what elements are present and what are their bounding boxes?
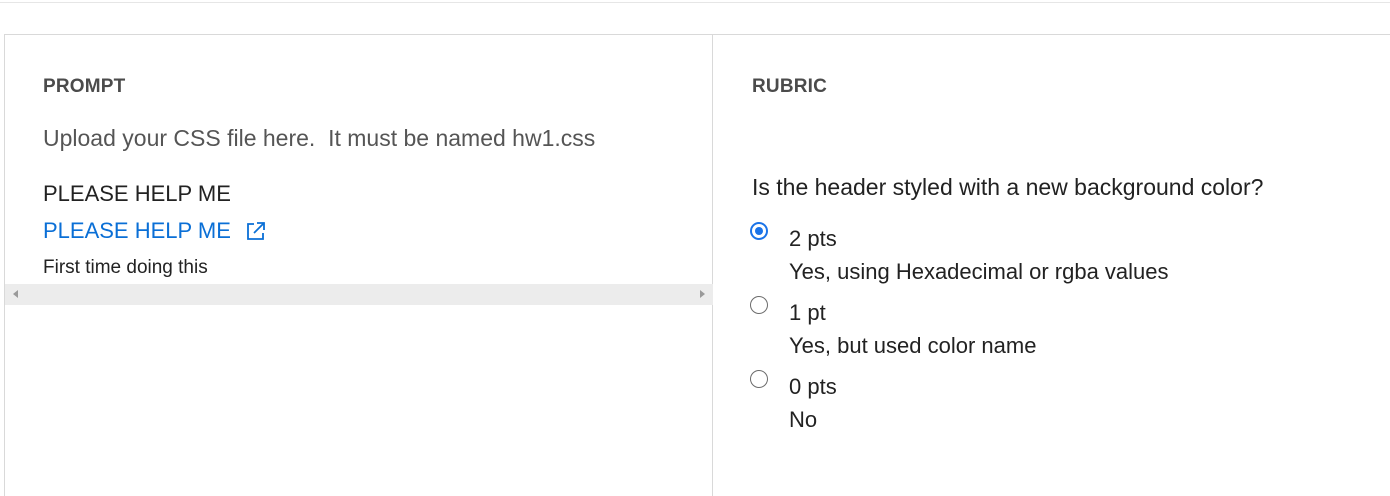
prompt-note: First time doing this	[43, 257, 208, 278]
rubric-question: Is the header styled with a new backgrou…	[752, 174, 1264, 200]
content-frame	[4, 34, 1390, 496]
option-description: No	[789, 407, 818, 432]
option-points: 0 pts	[789, 374, 837, 399]
scroll-left-arrow-icon[interactable]	[13, 290, 18, 298]
horizontal-scrollbar[interactable]	[5, 284, 713, 305]
rubric-section-label: RUBRIC	[752, 76, 828, 97]
option-description: Yes, using Hexadecimal or rgba values	[789, 259, 1169, 284]
prompt-text: Upload your CSS file here. It must be na…	[43, 125, 596, 151]
prompt-section-label: PROMPT	[43, 76, 126, 97]
top-divider	[0, 2, 1390, 3]
scroll-right-arrow-icon[interactable]	[700, 290, 705, 298]
option-points: 2 pts	[789, 226, 837, 251]
radio-button[interactable]	[750, 370, 768, 388]
help-heading: PLEASE HELP ME	[43, 181, 231, 206]
radio-button[interactable]	[750, 296, 768, 314]
help-link-label: PLEASE HELP ME	[43, 218, 231, 243]
option-description: Yes, but used color name	[789, 333, 1037, 358]
help-link[interactable]: PLEASE HELP ME	[43, 218, 267, 244]
radio-button-selected[interactable]	[750, 222, 768, 240]
option-points: 1 pt	[789, 300, 826, 325]
column-divider	[712, 35, 713, 496]
external-link-icon	[245, 220, 267, 242]
